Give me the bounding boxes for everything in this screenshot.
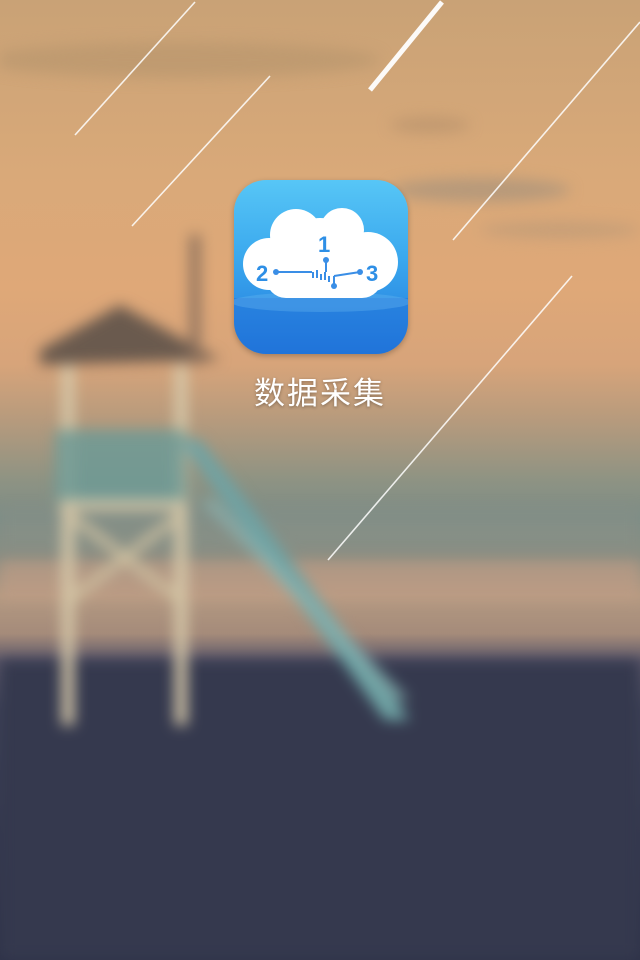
app-data-collection[interactable]: 1 2 3 xyxy=(234,180,408,354)
icon-digit-3: 3 xyxy=(366,261,378,286)
icon-digit-2: 2 xyxy=(256,261,268,286)
rain-streaks xyxy=(0,0,640,960)
cloud-data-icon: 1 2 3 xyxy=(234,180,408,354)
app-label[interactable]: 数据采集 xyxy=(200,368,440,413)
icon-digit-1: 1 xyxy=(318,232,330,257)
home-screen: 1 2 3 数据采集 xyxy=(0,0,640,960)
